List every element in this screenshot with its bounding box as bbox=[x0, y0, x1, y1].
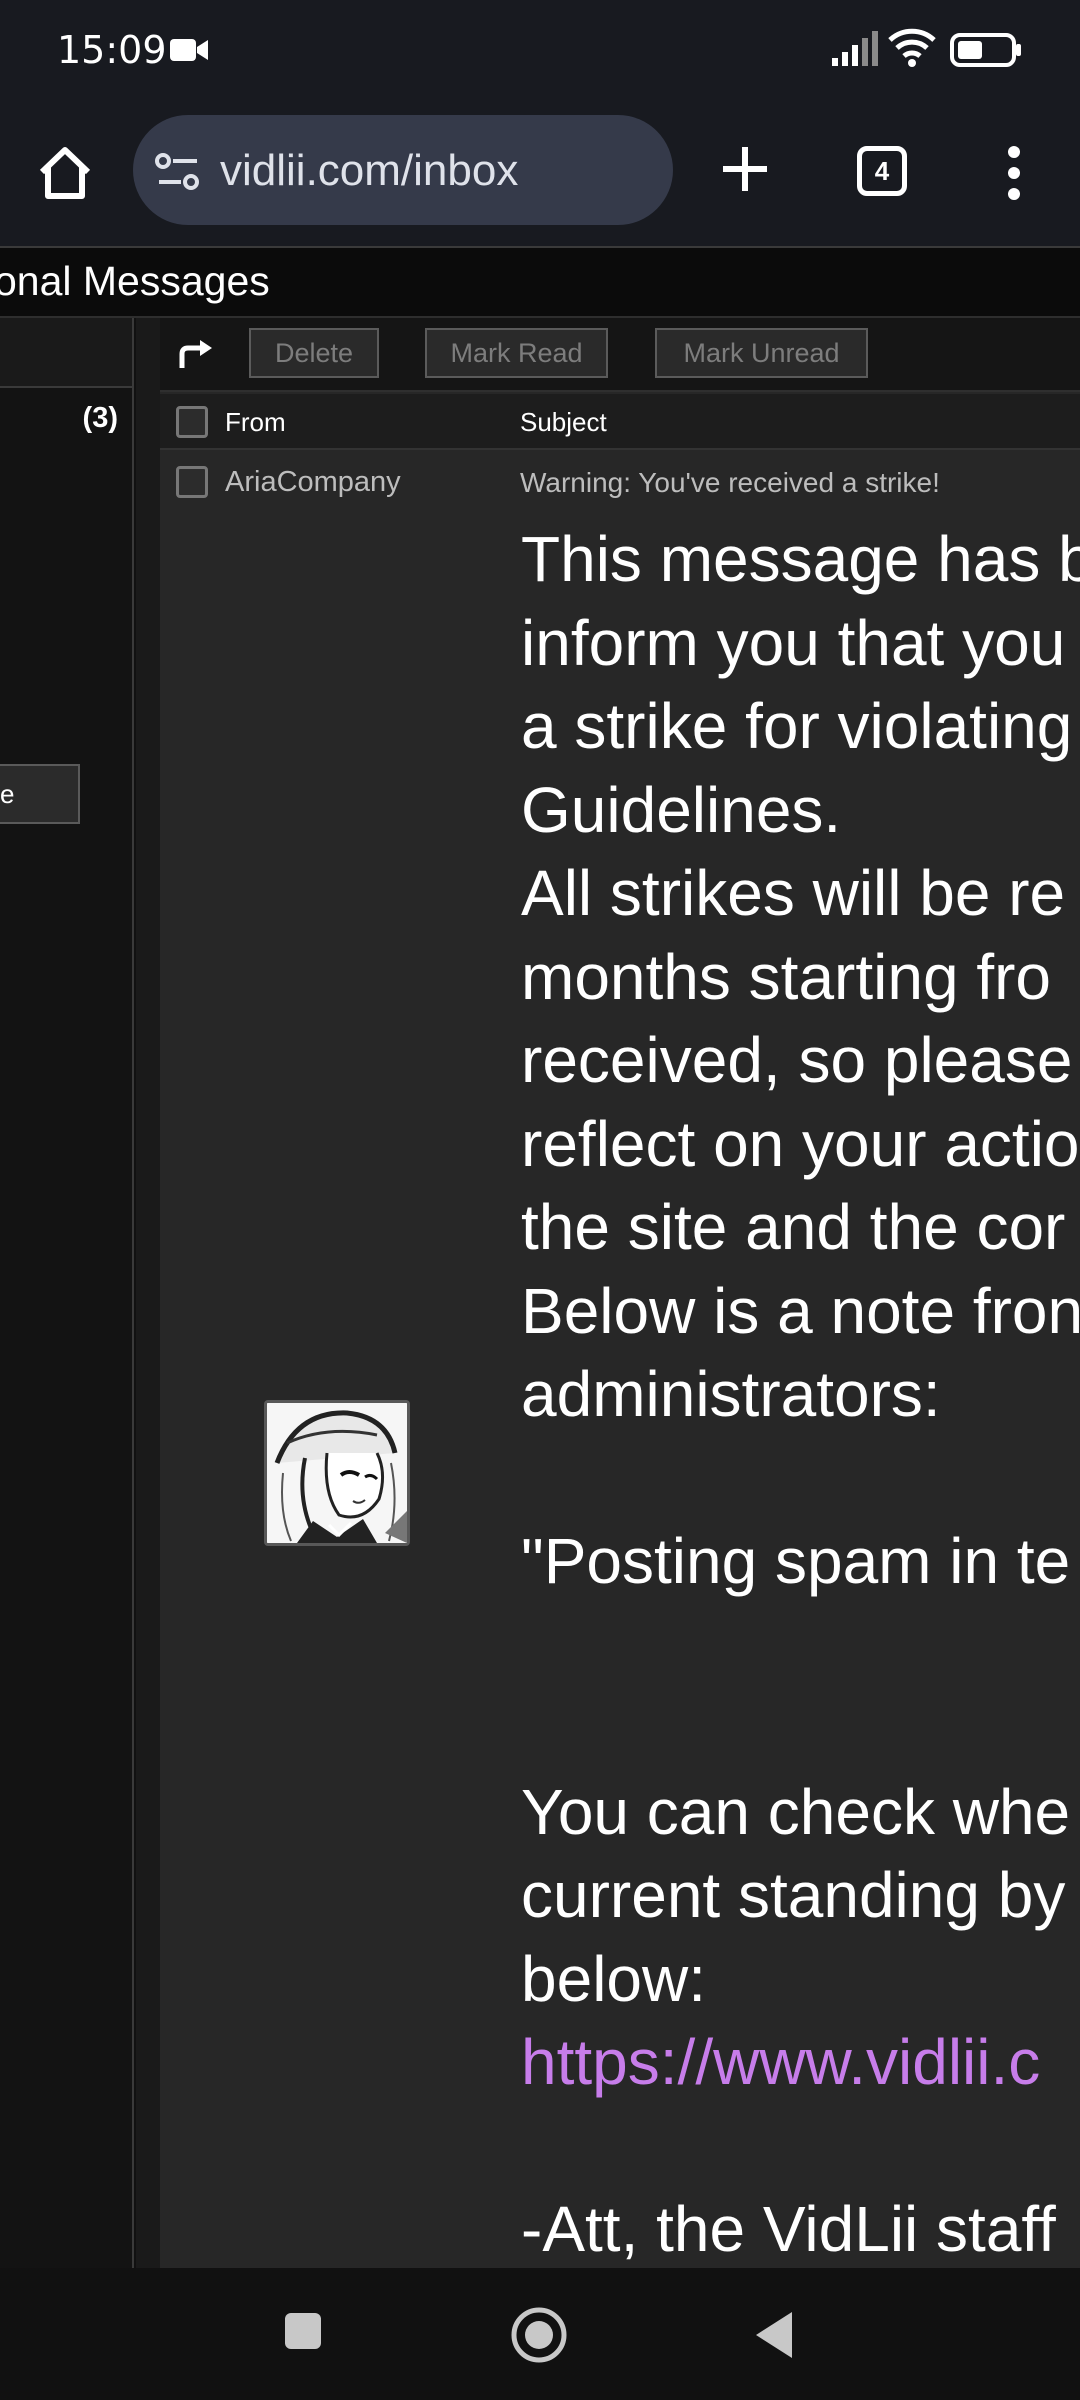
message-sender[interactable]: AriaCompany bbox=[225, 462, 401, 502]
message-line: Guidelines. bbox=[521, 773, 842, 846]
message-subject[interactable]: Warning: You've received a strike! bbox=[520, 464, 940, 502]
url-bar[interactable]: vidlii.com/inbox bbox=[133, 115, 673, 225]
column-header-subject[interactable]: Subject bbox=[520, 404, 607, 440]
message-toolbar: Delete Mark Read Mark Unread bbox=[160, 318, 1080, 392]
message-body: This message has b inform you that you a s… bbox=[521, 518, 1080, 2268]
message-line: administrators: bbox=[521, 1358, 941, 1430]
sidebar-button[interactable]: e bbox=[0, 764, 80, 824]
mark-unread-button[interactable]: Mark Unread bbox=[655, 328, 868, 378]
message-line: This message has b bbox=[521, 523, 1080, 595]
message-line: a strike for violating bbox=[521, 690, 1073, 762]
video-camera-icon bbox=[170, 36, 210, 68]
back-icon[interactable] bbox=[752, 2310, 796, 2364]
message-line: current standing by bbox=[521, 1859, 1066, 1931]
divider bbox=[136, 318, 160, 2268]
message-line: -Att, the VidLii staff bbox=[521, 2193, 1056, 2265]
message-line: reflect on your actio bbox=[521, 1107, 1080, 1180]
mark-read-button[interactable]: Mark Read bbox=[425, 328, 608, 378]
tabs-button[interactable]: 4 bbox=[857, 146, 907, 196]
battery-icon bbox=[950, 33, 1022, 71]
message-line bbox=[521, 1437, 1080, 1521]
message-line: Below is a note fron bbox=[521, 1274, 1080, 1347]
page-title-bar: onal Messages bbox=[0, 246, 1080, 318]
system-nav-bar bbox=[0, 2268, 1080, 2400]
row-checkbox[interactable] bbox=[176, 466, 208, 498]
home-icon[interactable] bbox=[36, 144, 94, 202]
avatar[interactable] bbox=[264, 1400, 410, 1546]
left-sidebar: (3) e bbox=[0, 318, 134, 2268]
forward-arrow-icon[interactable] bbox=[178, 338, 214, 375]
message-line: the site and the cor bbox=[521, 1191, 1066, 1263]
message-link[interactable]: https://www.vidlii.c bbox=[521, 2021, 1080, 2105]
status-bar: 15:09 bbox=[0, 0, 1080, 104]
signal-icon bbox=[832, 30, 878, 70]
plus-icon[interactable] bbox=[717, 141, 773, 197]
column-header-from[interactable]: From bbox=[225, 404, 286, 440]
message-panel: Delete Mark Read Mark Unread From Subjec… bbox=[160, 318, 1080, 2268]
delete-button[interactable]: Delete bbox=[249, 328, 379, 378]
table-header: From Subject bbox=[160, 394, 1080, 450]
message-line: All strikes will be re bbox=[521, 857, 1066, 929]
recents-icon[interactable] bbox=[283, 2311, 323, 2355]
message-line: below: bbox=[521, 1942, 706, 2015]
sidebar-header bbox=[0, 318, 132, 388]
url-text[interactable]: vidlii.com/inbox bbox=[220, 143, 518, 199]
more-vert-icon[interactable] bbox=[1000, 144, 1028, 202]
wifi-icon bbox=[888, 28, 936, 72]
message-line bbox=[521, 2105, 1080, 2189]
inbox-count[interactable]: (3) bbox=[83, 398, 118, 438]
status-time: 15:09 bbox=[57, 28, 167, 72]
home-icon[interactable] bbox=[510, 2306, 568, 2368]
message-line bbox=[521, 1604, 1080, 1688]
table-row[interactable]: AriaCompany Warning: You've received a s… bbox=[160, 452, 1080, 512]
message-line bbox=[521, 1687, 1080, 1771]
message-line: You can check whe bbox=[521, 1775, 1071, 1848]
message-line: months starting fro bbox=[521, 940, 1051, 1013]
site-settings-icon[interactable] bbox=[155, 152, 201, 196]
page-title: onal Messages bbox=[0, 258, 270, 304]
browser-toolbar: vidlii.com/inbox 4 bbox=[0, 104, 1080, 246]
select-all-checkbox[interactable] bbox=[176, 406, 208, 438]
message-line: "Posting spam in te bbox=[521, 1525, 1071, 1597]
message-line: received, so please bbox=[521, 1024, 1073, 1096]
web-page: onal Messages (3) e Delete Mark Read Mar… bbox=[0, 246, 1080, 2268]
message-line: inform you that you bbox=[521, 606, 1066, 679]
